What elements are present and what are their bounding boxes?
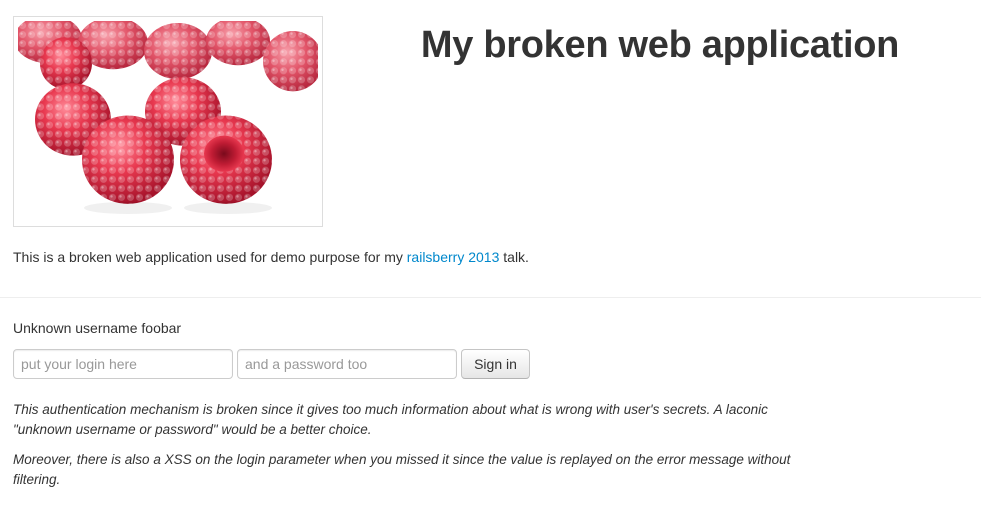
password-input[interactable]: [237, 349, 457, 379]
intro-text: This is a broken web application used fo…: [13, 249, 529, 265]
raspberries-image: [13, 16, 323, 227]
page-title: My broken web application: [420, 24, 900, 66]
raspberries-illustration: [18, 21, 318, 222]
divider: [0, 297, 981, 298]
sign-in-button[interactable]: Sign in: [461, 349, 530, 379]
note-xss: Moreover, there is also a XSS on the log…: [13, 452, 791, 487]
note-auth-leak: This authentication mechanism is broken …: [13, 402, 768, 437]
page: My broken web application This is a brok…: [0, 0, 981, 512]
login-input[interactable]: [13, 349, 233, 379]
error-message: Unknown username foobar: [13, 320, 182, 336]
intro-text-before: This is a broken web application used fo…: [13, 249, 407, 265]
intro-text-after: talk.: [499, 249, 529, 265]
railsberry-link[interactable]: railsberry 2013: [407, 249, 500, 265]
